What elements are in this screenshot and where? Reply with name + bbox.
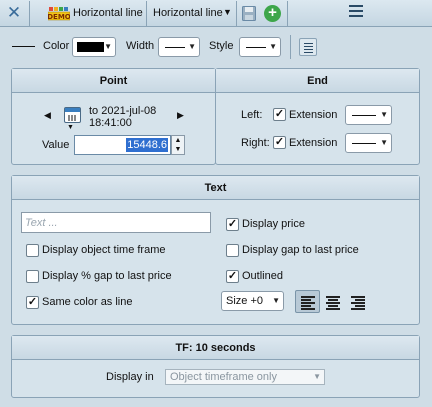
- chevron-down-icon[interactable]: ▼: [223, 7, 232, 17]
- divider: [236, 1, 237, 26]
- timeframe-header: TF: 10 seconds: [12, 336, 419, 360]
- hamburger-menu-icon[interactable]: [349, 5, 363, 19]
- display-gap-label: Display gap to last price: [242, 244, 359, 256]
- value-text: 15448.6: [126, 138, 168, 152]
- left-extension-checkbox[interactable]: ✓: [273, 108, 286, 121]
- align-left-icon[interactable]: [295, 290, 320, 313]
- display-gap-checkbox[interactable]: [226, 244, 239, 257]
- width-dropdown[interactable]: ▼: [158, 37, 200, 57]
- line-preview: [352, 115, 376, 116]
- line-preview: [352, 143, 376, 144]
- right-extension-label: Extension: [289, 137, 338, 149]
- same-color-label: Same color as line: [42, 296, 133, 308]
- svg-text:DEMO: DEMO: [48, 13, 70, 21]
- value-stepper[interactable]: ▲ ▼: [171, 135, 185, 155]
- point-header: Point: [12, 69, 215, 93]
- width-label: Width: [126, 40, 155, 52]
- divider: [146, 1, 147, 26]
- stepper-down-icon[interactable]: ▼: [172, 145, 184, 154]
- value-input[interactable]: 15448.6: [74, 135, 171, 155]
- plus-circle-icon[interactable]: +: [264, 5, 281, 22]
- display-in-dropdown[interactable]: Object timeframe only ▼: [165, 369, 325, 385]
- right-extension-style-dropdown[interactable]: ▼: [345, 133, 392, 153]
- style-label: Style: [209, 40, 234, 52]
- display-in-label: Display in: [106, 371, 154, 383]
- demo-badge-icon: DEMO: [48, 7, 70, 21]
- align-center-icon[interactable]: [320, 290, 345, 313]
- display-price-checkbox[interactable]: ✓: [226, 218, 239, 231]
- display-in-value: Object timeframe only: [170, 371, 277, 383]
- display-pct-gap-label: Display % gap to last price: [42, 270, 172, 282]
- display-timeframe-checkbox[interactable]: [26, 244, 39, 257]
- stepper-up-icon[interactable]: ▲: [172, 136, 184, 145]
- chevron-down-icon: ▼: [313, 372, 321, 381]
- object-name[interactable]: Horizontal line: [73, 7, 143, 19]
- chevron-down-icon: ▼: [269, 42, 277, 51]
- timeframe-panel: TF: 10 seconds: [11, 335, 420, 398]
- divider: [29, 1, 30, 26]
- right-extension-checkbox[interactable]: ✓: [273, 136, 286, 149]
- same-color-checkbox[interactable]: ✓: [26, 296, 39, 309]
- close-icon[interactable]: ✕: [5, 4, 23, 22]
- arrow-left-icon[interactable]: ◀: [44, 110, 51, 121]
- display-timeframe-label: Display object time frame: [42, 244, 166, 256]
- color-label: Color: [43, 40, 70, 52]
- text-field[interactable]: [21, 212, 211, 233]
- time-value[interactable]: 18:41:00: [89, 117, 132, 129]
- color-picker[interactable]: ▼: [72, 37, 116, 57]
- line-preview: [12, 46, 35, 47]
- left-extension-style-dropdown[interactable]: ▼: [345, 105, 392, 125]
- display-pct-gap-checkbox[interactable]: [26, 270, 39, 283]
- font-size-value: Size +0: [226, 295, 263, 307]
- chevron-down-icon: ▼: [188, 42, 196, 51]
- width-preview: [165, 47, 185, 48]
- right-label: Right:: [241, 137, 270, 149]
- chevron-down-icon[interactable]: ▼: [67, 124, 74, 131]
- chevron-down-icon: ▼: [272, 296, 280, 305]
- text-input[interactable]: [22, 213, 210, 232]
- chevron-down-icon: ▼: [380, 138, 388, 147]
- chevron-down-icon: ▼: [104, 42, 112, 51]
- style-preview: [246, 47, 266, 48]
- align-right-icon[interactable]: [345, 290, 370, 313]
- arrow-right-icon[interactable]: ▶: [177, 110, 184, 121]
- calendar-icon[interactable]: [64, 107, 81, 123]
- floppy-disk-icon[interactable]: [242, 6, 256, 21]
- title-bar: ✕ DEMO Horizontal line Horizontal line ▼…: [0, 0, 432, 27]
- date-value[interactable]: to 2021-jul-08: [89, 105, 156, 117]
- outlined-label: Outlined: [242, 270, 283, 282]
- text-header: Text: [12, 176, 419, 200]
- font-size-dropdown[interactable]: Size +0 ▼: [221, 291, 284, 311]
- outlined-checkbox[interactable]: ✓: [226, 270, 239, 283]
- end-header: End: [216, 69, 419, 93]
- display-price-label: Display price: [242, 218, 305, 230]
- chevron-down-icon: ▼: [380, 110, 388, 119]
- left-extension-label: Extension: [289, 109, 338, 121]
- object-type-dropdown[interactable]: Horizontal line: [153, 7, 223, 19]
- divider: [290, 35, 291, 59]
- list-icon[interactable]: [299, 38, 317, 56]
- color-swatch: [77, 42, 104, 52]
- value-label: Value: [42, 139, 70, 151]
- left-label: Left:: [241, 109, 263, 121]
- divider: [287, 1, 288, 26]
- style-dropdown[interactable]: ▼: [239, 37, 281, 57]
